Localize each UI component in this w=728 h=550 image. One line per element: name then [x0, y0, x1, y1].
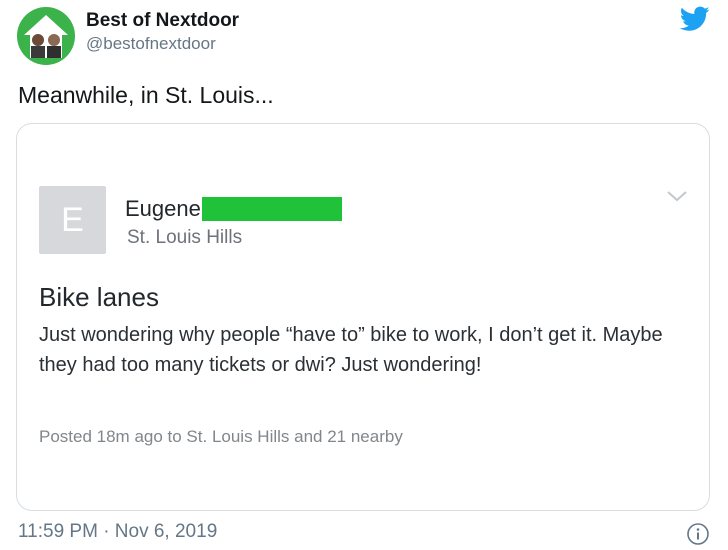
avatar[interactable]	[16, 6, 76, 66]
post-author-avatar: E	[39, 186, 106, 254]
post-body: Just wondering why people “have to” bike…	[39, 324, 663, 376]
author-handle[interactable]: @bestofnextdoor	[86, 34, 216, 54]
redaction-bar	[201, 197, 342, 221]
tweet-text: Meanwhile, in St. Louis...	[18, 82, 274, 108]
post-title: Bike lanes	[39, 282, 159, 312]
post-author-row: Eugene	[125, 196, 342, 222]
info-icon[interactable]	[686, 522, 710, 546]
post-neighborhood: St. Louis Hills	[127, 227, 243, 248]
chevron-down-icon	[665, 188, 689, 204]
attached-image-card[interactable]: E Eugene St. Louis Hills Bike lanes Just…	[16, 123, 710, 511]
tweet-timestamp[interactable]: 11:59 PM · Nov 6, 2019	[18, 521, 217, 543]
author-name[interactable]: Best of Nextdoor	[86, 10, 239, 32]
avatar-initial: E	[61, 200, 84, 239]
post-meta: Posted 18m ago to St. Louis Hills and 21…	[39, 427, 403, 446]
twitter-bird-icon[interactable]	[679, 6, 710, 32]
post-author-name: Eugene	[125, 196, 201, 221]
